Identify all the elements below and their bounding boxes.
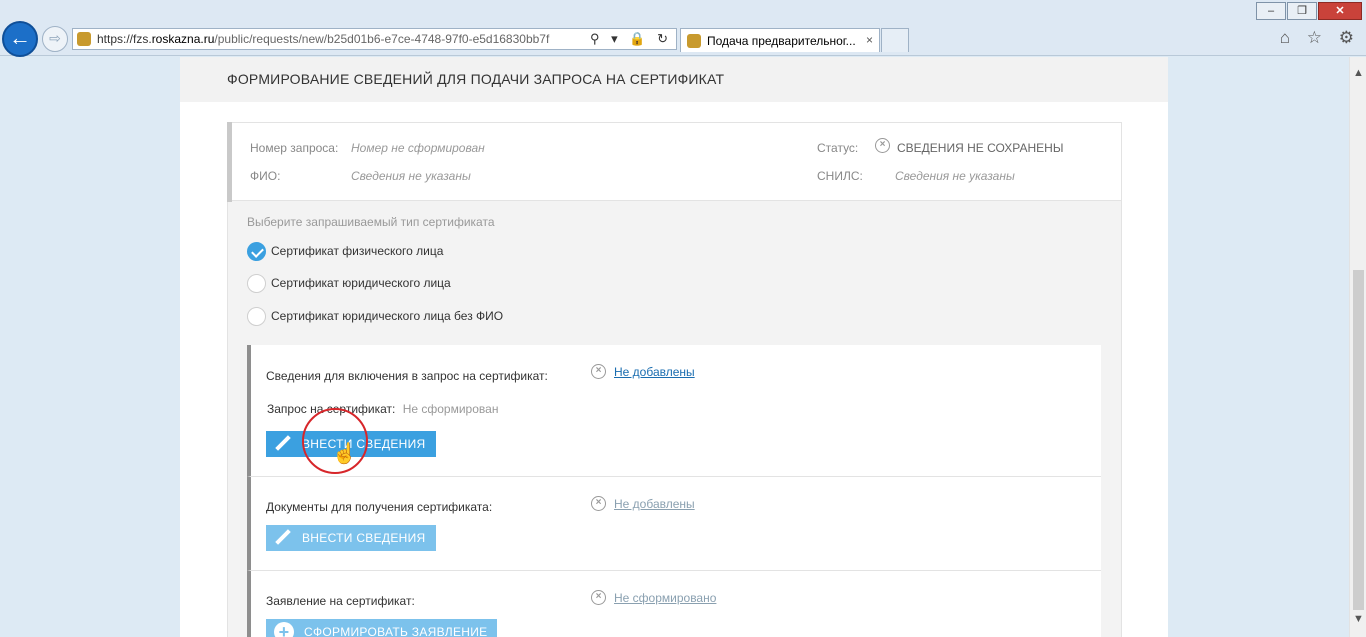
- url-path: /public/requests/new/b25d01b6-e7ce-4748-…: [214, 32, 550, 46]
- status-x-icon: ×: [591, 364, 606, 379]
- window-close-button[interactable]: ✕: [1318, 2, 1362, 20]
- pencil-icon: [274, 435, 292, 453]
- snils-value: Сведения не указаны: [895, 169, 1015, 183]
- restore-button[interactable]: ❐: [1287, 2, 1317, 20]
- window-controls: – ❐ ✕: [1255, 2, 1362, 20]
- status-label: Статус:: [817, 141, 859, 155]
- cert-option-legal[interactable]: Сертификат юридического лица: [247, 273, 451, 293]
- section-title: Сведения для включения в запрос на серти…: [266, 369, 548, 383]
- section-status: × Не сформировано: [591, 590, 716, 605]
- cert-option-label: Сертификат физического лица: [271, 244, 444, 258]
- status-x-icon: ×: [875, 138, 890, 153]
- request-number-label: Номер запроса:: [250, 141, 339, 155]
- back-button[interactable]: ←: [2, 21, 38, 57]
- request-number-value: Номер не сформирован: [351, 141, 485, 155]
- url-domain: roskazna.ru: [151, 32, 215, 46]
- scroll-down-icon[interactable]: ▼: [1353, 613, 1364, 625]
- cert-option-label: Сертификат юридического лица без ФИО: [271, 309, 504, 323]
- radio-unchecked-icon[interactable]: [247, 306, 266, 326]
- section-request-data: Сведения для включения в запрос на серти…: [247, 345, 1101, 477]
- browser-chrome: ← ⇨ https://fzs.roskazna.ru/public/reque…: [0, 0, 1366, 57]
- tab-favicon-icon: [687, 34, 701, 48]
- page-title: ФОРМИРОВАНИЕ СВЕДЕНИЙ ДЛЯ ПОДАЧИ ЗАПРОСА…: [227, 71, 725, 87]
- address-url[interactable]: https://fzs.roskazna.ru/public/requests/…: [97, 32, 549, 46]
- site-favicon-icon: [77, 32, 91, 46]
- tab-close-icon[interactable]: ×: [866, 33, 873, 47]
- snils-label: СНИЛС:: [817, 169, 863, 183]
- status-value: СВЕДЕНИЯ НЕ СОХРАНЕНЫ: [897, 141, 1064, 155]
- new-tab-button[interactable]: [881, 28, 909, 52]
- section-status: × Не добавлены: [591, 496, 695, 511]
- hand-cursor-icon: ☝: [332, 443, 357, 465]
- page-content: ФОРМИРОВАНИЕ СВЕДЕНИЙ ДЛЯ ПОДАЧИ ЗАПРОСА…: [180, 57, 1168, 637]
- request-info-panel: Номер запроса: Номер не сформирован ФИО:…: [232, 123, 1121, 201]
- page-scrollbar[interactable]: ▲ ▼: [1349, 57, 1366, 637]
- tab-title: Подача предварительног...: [707, 34, 856, 48]
- fio-value: Сведения не указаны: [351, 169, 471, 183]
- fio-label: ФИО:: [250, 169, 281, 183]
- request-sub-value: Не сформирован: [402, 402, 499, 416]
- section-status-link[interactable]: Не сформировано: [614, 591, 716, 605]
- button-label: СФОРМИРОВАТЬ ЗАЯВЛЕНИЕ: [304, 625, 488, 637]
- address-tools[interactable]: ⚲ ▾ 🔒 ↻: [590, 31, 672, 47]
- cert-option-individual[interactable]: Сертификат физического лица: [247, 241, 443, 261]
- address-bar[interactable]: https://fzs.roskazna.ru/public/requests/…: [72, 28, 677, 50]
- radio-checked-icon[interactable]: [247, 241, 266, 261]
- scroll-thumb[interactable]: [1353, 270, 1364, 610]
- section-status: × Не добавлены: [591, 364, 695, 379]
- section-status-link[interactable]: Не добавлены: [614, 497, 695, 511]
- section-status-link[interactable]: Не добавлены: [614, 365, 695, 379]
- toolbar-icons[interactable]: ⌂ ☆ ⚙: [1280, 28, 1360, 48]
- cert-option-label: Сертификат юридического лица: [271, 276, 451, 290]
- enter-documents-button[interactable]: ВНЕСТИ СВЕДЕНИЯ: [266, 525, 436, 551]
- browser-tab[interactable]: Подача предварительног... ×: [680, 28, 880, 52]
- section-documents: Документы для получения сертификата: × Н…: [247, 477, 1101, 571]
- cert-type-prompt: Выберите запрашиваемый тип сертификата: [247, 215, 495, 229]
- section-application: Заявление на сертификат: × Не сформирова…: [247, 571, 1101, 637]
- page-header: ФОРМИРОВАНИЕ СВЕДЕНИЙ ДЛЯ ПОДАЧИ ЗАПРОСА…: [180, 57, 1168, 102]
- request-sub-row: Запрос на сертификат: Не сформирован: [267, 402, 498, 416]
- request-form: Номер запроса: Номер не сформирован ФИО:…: [227, 122, 1122, 637]
- cert-option-legal-no-fio[interactable]: Сертификат юридического лица без ФИО: [247, 306, 503, 326]
- status-x-icon: ×: [591, 590, 606, 605]
- generate-application-button[interactable]: + СФОРМИРОВАТЬ ЗАЯВЛЕНИЕ: [266, 619, 498, 637]
- radio-unchecked-icon[interactable]: [247, 273, 266, 293]
- section-title: Заявление на сертификат:: [266, 594, 415, 608]
- minimize-button[interactable]: –: [1256, 2, 1286, 20]
- plus-icon: +: [274, 622, 294, 637]
- pencil-icon: [274, 529, 292, 547]
- status-x-icon: ×: [591, 496, 606, 511]
- url-prefix: https://fzs.: [97, 32, 152, 46]
- section-title: Документы для получения сертификата:: [266, 500, 493, 514]
- scroll-up-icon[interactable]: ▲: [1353, 67, 1364, 79]
- forward-button[interactable]: ⇨: [42, 26, 68, 52]
- button-label: ВНЕСТИ СВЕДЕНИЯ: [302, 531, 426, 545]
